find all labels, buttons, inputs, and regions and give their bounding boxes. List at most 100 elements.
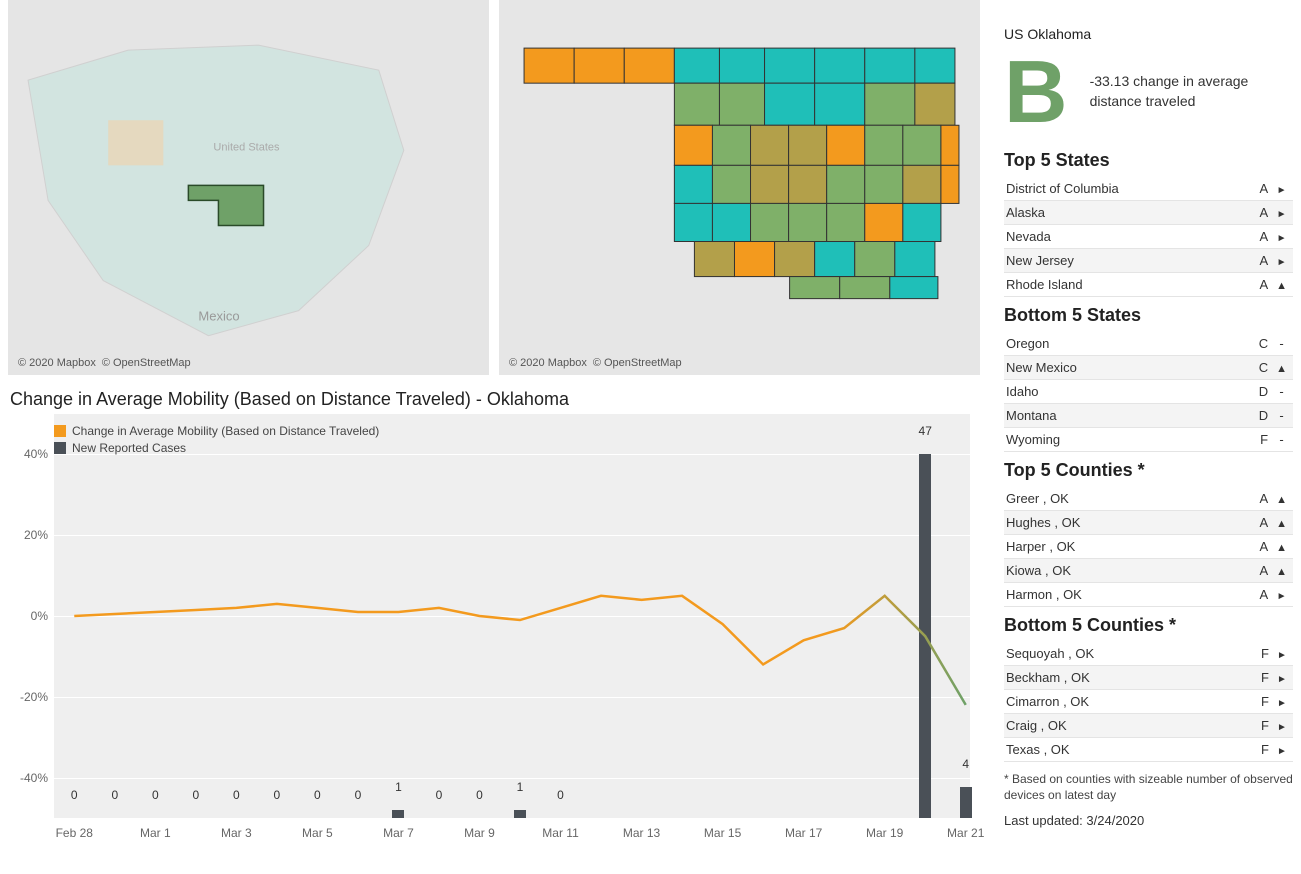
section-bottom-counties: Bottom 5 Counties *	[1004, 615, 1293, 636]
rank-name: Oregon	[1004, 332, 1250, 356]
rank-name: Harper , OK	[1004, 535, 1250, 559]
state-county-map[interactable]: © 2020 Mapbox© OpenStreetMap	[499, 0, 980, 375]
list-item[interactable]: Hughes , OKA	[1004, 511, 1293, 535]
last-updated: Last updated: 3/24/2020	[1004, 813, 1293, 828]
trend-icon	[1275, 738, 1293, 762]
trend-icon	[1274, 511, 1293, 535]
list-item[interactable]: New JerseyA	[1004, 249, 1293, 273]
mobility-chart: Change in Average Mobility (Based on Dis…	[8, 414, 980, 854]
chart-title: Change in Average Mobility (Based on Dis…	[10, 389, 980, 410]
list-item[interactable]: Harper , OKA	[1004, 535, 1293, 559]
grade-panel: B -33.13 change in average distance trav…	[1004, 48, 1293, 136]
state-map-svg	[499, 0, 980, 375]
trend-icon	[1274, 559, 1293, 583]
rank-grade: A	[1250, 201, 1274, 225]
rank-name: New Mexico	[1004, 356, 1250, 380]
rank-name: Rhode Island	[1004, 273, 1250, 297]
rank-grade: D	[1250, 404, 1274, 428]
list-item[interactable]: Texas , OKF	[1004, 738, 1293, 762]
bottom-counties-list: Sequoyah , OKFBeckham , OKFCimarron , OK…	[1004, 642, 1293, 762]
bottom-states-list: OregonCNew MexicoCIdahoDMontanaDWyomingF	[1004, 332, 1293, 452]
rank-name: Kiowa , OK	[1004, 559, 1250, 583]
trend-icon	[1275, 690, 1293, 714]
us-map-svg: United States Mexico	[8, 0, 489, 375]
map-attribution-2: © 2020 Mapbox© OpenStreetMap	[509, 357, 688, 369]
list-item[interactable]: Beckham , OKF	[1004, 666, 1293, 690]
trend-icon	[1274, 201, 1293, 225]
rank-grade: F	[1250, 428, 1274, 452]
list-item[interactable]: Kiowa , OKA	[1004, 559, 1293, 583]
list-item[interactable]: Rhode IslandA	[1004, 273, 1293, 297]
list-item[interactable]: New MexicoC	[1004, 356, 1293, 380]
rank-grade: A	[1250, 249, 1274, 273]
rank-grade: C	[1250, 356, 1274, 380]
selected-state-header: US Oklahoma	[1004, 26, 1293, 42]
trend-icon	[1275, 642, 1293, 666]
list-item[interactable]: Greer , OKA	[1004, 487, 1293, 511]
trend-icon	[1274, 583, 1293, 607]
rank-name: Hughes , OK	[1004, 511, 1250, 535]
trend-icon	[1274, 356, 1293, 380]
trend-icon	[1275, 666, 1293, 690]
list-item[interactable]: IdahoD	[1004, 380, 1293, 404]
trend-icon	[1274, 380, 1293, 404]
top-counties-list: Greer , OKAHughes , OKAHarper , OKAKiowa…	[1004, 487, 1293, 607]
list-item[interactable]: Cimarron , OKF	[1004, 690, 1293, 714]
rank-grade: A	[1250, 273, 1274, 297]
list-item[interactable]: Craig , OKF	[1004, 714, 1293, 738]
svg-text:United States: United States	[213, 141, 280, 153]
rank-name: Cimarron , OK	[1004, 690, 1251, 714]
chart-legend: Change in Average Mobility (Based on Dis…	[54, 424, 379, 458]
trend-icon	[1274, 487, 1293, 511]
rank-grade: F	[1251, 690, 1275, 714]
list-item[interactable]: Harmon , OKA	[1004, 583, 1293, 607]
rank-name: Nevada	[1004, 225, 1250, 249]
rank-grade: A	[1250, 487, 1274, 511]
rank-name: Idaho	[1004, 380, 1250, 404]
trend-icon	[1274, 249, 1293, 273]
trend-icon	[1274, 332, 1293, 356]
rank-grade: F	[1251, 666, 1275, 690]
us-map[interactable]: Click on a state to begin United States …	[8, 0, 489, 375]
rank-name: Craig , OK	[1004, 714, 1251, 738]
rank-name: Sequoyah , OK	[1004, 642, 1251, 666]
top-states-list: District of ColumbiaAAlaskaANevadaANew J…	[1004, 177, 1293, 297]
section-top-counties: Top 5 Counties *	[1004, 460, 1293, 481]
rank-grade: D	[1250, 380, 1274, 404]
rank-name: Wyoming	[1004, 428, 1250, 452]
trend-icon	[1274, 404, 1293, 428]
rank-grade: A	[1250, 583, 1274, 607]
list-item[interactable]: MontanaD	[1004, 404, 1293, 428]
rank-grade: A	[1250, 177, 1274, 201]
list-item[interactable]: Sequoyah , OKF	[1004, 642, 1293, 666]
trend-icon	[1274, 428, 1293, 452]
list-item[interactable]: NevadaA	[1004, 225, 1293, 249]
list-item[interactable]: District of ColumbiaA	[1004, 177, 1293, 201]
line-svg	[54, 414, 986, 818]
rank-name: Alaska	[1004, 201, 1250, 225]
rank-name: Montana	[1004, 404, 1250, 428]
rank-grade: A	[1250, 559, 1274, 583]
rank-grade: F	[1251, 642, 1275, 666]
grade-letter: B	[1004, 48, 1068, 136]
trend-icon	[1274, 273, 1293, 297]
rank-grade: A	[1250, 511, 1274, 535]
rank-grade: C	[1250, 332, 1274, 356]
section-top-states: Top 5 States	[1004, 150, 1293, 171]
rank-grade: A	[1250, 225, 1274, 249]
rank-grade: F	[1251, 738, 1275, 762]
rank-name: Greer , OK	[1004, 487, 1250, 511]
map-attribution: © 2020 Mapbox© OpenStreetMap	[18, 357, 197, 369]
svg-text:Mexico: Mexico	[198, 309, 239, 324]
grade-description: -33.13 change in average distance travel…	[1090, 72, 1250, 111]
rank-name: Harmon , OK	[1004, 583, 1250, 607]
list-item[interactable]: OregonC	[1004, 332, 1293, 356]
trend-icon	[1274, 177, 1293, 201]
list-item[interactable]: WyomingF	[1004, 428, 1293, 452]
trend-icon	[1274, 225, 1293, 249]
rank-name: Texas , OK	[1004, 738, 1251, 762]
rank-name: Beckham , OK	[1004, 666, 1251, 690]
rank-name: New Jersey	[1004, 249, 1250, 273]
list-item[interactable]: AlaskaA	[1004, 201, 1293, 225]
rank-name: District of Columbia	[1004, 177, 1250, 201]
